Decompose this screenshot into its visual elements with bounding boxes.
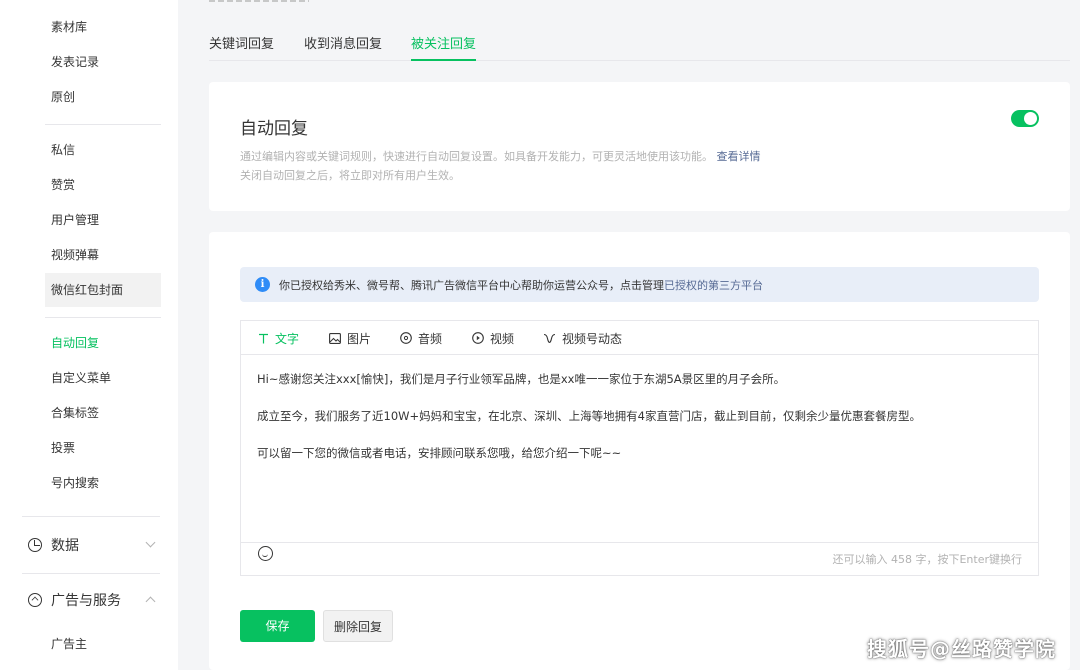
image-icon — [329, 332, 341, 344]
sidebar-item-custom-menu[interactable]: 自定义菜单 — [45, 361, 161, 395]
compass-icon — [28, 593, 42, 607]
sidebar-item-account-search[interactable]: 号内搜索 — [45, 466, 161, 500]
reply-paragraph: Hi~感谢您关注xxx[愉快]，我们是月子行业领军品牌，也是xx唯一一家位于东湖… — [257, 372, 786, 386]
sidebar-item-material-library[interactable]: 素材库 — [45, 10, 161, 44]
sidebar-divider — [45, 317, 161, 318]
emoji-icon[interactable] — [258, 546, 273, 561]
sidebar-divider — [22, 573, 160, 574]
text-icon — [258, 333, 269, 344]
reply-paragraph: 成立至今，我们服务了近10W+妈妈和宝宝，在北京、深圳、上海等地拥有4家直营门店… — [257, 409, 921, 423]
sidebar-section-ads[interactable]: 广告与服务 — [28, 585, 160, 615]
tab-follow-reply[interactable]: 被关注回复 — [411, 30, 477, 61]
delete-reply-button[interactable]: 删除回复 — [323, 610, 393, 642]
toggle-knob — [1024, 112, 1037, 125]
chevron-down-icon — [145, 537, 156, 548]
sidebar-item-collection-tags[interactable]: 合集标签 — [45, 396, 161, 430]
tool-label: 视频号动态 — [562, 331, 623, 346]
auto-reply-card: 自动回复 通过编辑内容或关键词规则，快速进行自动回复设置。如具备开发能力，可更灵… — [209, 82, 1070, 211]
notice-text: 你已授权给秀米、微号帮、腾讯广告微信平台中心帮助你运营公众号，点击管理 — [279, 278, 664, 292]
sidebar-item-reward[interactable]: 赞赏 — [45, 168, 161, 202]
tool-label: 文字 — [275, 331, 300, 346]
chevron-up-icon — [145, 596, 156, 607]
auto-reply-toggle[interactable] — [1011, 110, 1039, 127]
authorization-notice: i 你已授权给秀米、微号帮、腾讯广告微信平台中心帮助你运营公众号，点击管理 已授… — [240, 267, 1039, 302]
editor-footer: 还可以输入 458 字，按下Enter键换行 — [241, 542, 1038, 575]
sidebar-divider — [22, 516, 160, 517]
sidebar-section-label: 数据 — [51, 538, 79, 554]
sidebar-item-red-packet-cover[interactable]: 微信红包封面 — [45, 273, 161, 307]
sidebar-item-publish-history[interactable]: 发表记录 — [45, 45, 161, 79]
sidebar-item-auto-reply[interactable]: 自动回复 — [45, 326, 161, 360]
tool-image[interactable]: 图片 — [329, 321, 371, 355]
tool-label: 音频 — [418, 331, 443, 346]
sidebar-divider — [45, 124, 161, 125]
clock-icon — [28, 538, 42, 552]
sidebar-section-data[interactable]: 数据 — [28, 530, 160, 560]
sidebar-section-label: 广告与服务 — [51, 593, 121, 609]
description-text: 通过编辑内容或关键词规则，快速进行自动回复设置。如具备开发能力，可更灵活地使用该… — [240, 150, 713, 163]
sidebar-item-advertiser[interactable]: 广告主 — [45, 627, 161, 661]
tool-label: 图片 — [347, 331, 372, 346]
tool-audio[interactable]: 音频 — [400, 321, 442, 355]
save-button[interactable]: 保存 — [240, 610, 315, 642]
reply-editor: 文字 图片 音频 视频 视频号动态 Hi~感谢您关注xxx[愉快]，我们是月子行… — [240, 320, 1039, 576]
third-party-platform-link[interactable]: 已授权的第三方平台 — [664, 277, 763, 293]
auto-reply-description: 通过编辑内容或关键词规则，快速进行自动回复设置。如具备开发能力，可更灵活地使用该… — [240, 148, 761, 164]
channels-icon — [543, 333, 556, 344]
tool-text[interactable]: 文字 — [258, 321, 299, 355]
editor-toolbar: 文字 图片 音频 视频 视频号动态 — [241, 321, 1038, 355]
auto-reply-title: 自动回复 — [240, 119, 308, 139]
tool-channels-post[interactable]: 视频号动态 — [543, 321, 622, 355]
audio-icon — [400, 332, 412, 344]
auto-reply-note: 关闭自动回复之后，将立即对所有用户生效。 — [240, 169, 460, 182]
reply-tabs: 关键词回复 收到消息回复 被关注回复 — [209, 30, 1070, 61]
sidebar-item-vote[interactable]: 投票 — [45, 431, 161, 465]
tool-video[interactable]: 视频 — [472, 321, 514, 355]
reply-content-area[interactable]: Hi~感谢您关注xxx[愉快]，我们是月子行业领军品牌，也是xx唯一一家位于东湖… — [257, 370, 1027, 481]
watermark: 搜狐号@丝路赞学院 — [867, 637, 1056, 661]
sidebar-item-user-management[interactable]: 用户管理 — [45, 203, 161, 237]
char-counter: 还可以输入 458 字，按下Enter键换行 — [832, 553, 1022, 566]
tool-label: 视频 — [490, 331, 515, 346]
sidebar-item-original[interactable]: 原创 — [45, 80, 161, 114]
tab-keyword-reply[interactable]: 关键词回复 — [209, 30, 274, 61]
sidebar: 素材库 发表记录 原创 私信 赞赏 用户管理 视频弹幕 微信红包封面 自动回复 … — [0, 0, 178, 670]
sidebar-item-video-danmaku[interactable]: 视频弹幕 — [45, 238, 161, 272]
reply-paragraph: 可以留一下您的微信或者电话，安排顾问联系您哦，给您介绍一下呢~~ — [257, 446, 622, 460]
view-details-link[interactable]: 查看详情 — [717, 150, 761, 163]
cropped-heading — [209, 0, 309, 2]
sidebar-item-messages[interactable]: 私信 — [45, 133, 161, 167]
reply-editor-card: i 你已授权给秀米、微号帮、腾讯广告微信平台中心帮助你运营公众号，点击管理 已授… — [209, 232, 1070, 670]
info-icon: i — [255, 277, 270, 292]
video-icon — [472, 332, 484, 344]
tab-message-reply[interactable]: 收到消息回复 — [304, 30, 382, 61]
